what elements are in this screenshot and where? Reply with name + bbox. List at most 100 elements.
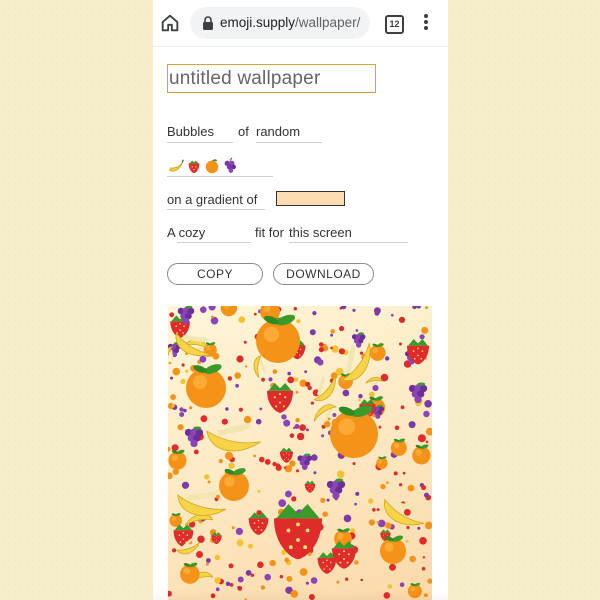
bubble-dot [358, 398, 361, 402]
scroll-edge [153, 590, 448, 600]
bubble-dot [343, 514, 352, 523]
tangerine-icon [390, 438, 407, 456]
bubble-dot [268, 377, 273, 382]
bubble-dot [234, 372, 241, 379]
bubble-dot [181, 363, 185, 367]
bubble-dot [296, 469, 299, 473]
bubble-dot [168, 446, 171, 452]
tangerine-icon [219, 468, 249, 501]
bubble-dot [255, 418, 262, 425]
bubble-dot [330, 346, 333, 350]
bubble-dot [320, 497, 326, 503]
bubble-dot [417, 434, 426, 443]
bubble-dot [189, 406, 193, 410]
bubble-dot [208, 306, 216, 311]
bubble-dot [338, 348, 345, 355]
more-menu-icon[interactable] [419, 12, 433, 34]
bubble-dot [181, 481, 190, 489]
screen-select-underline [289, 242, 408, 243]
bubble-dot [216, 494, 220, 499]
bubble-dot [425, 427, 432, 436]
bubble-dot [354, 502, 357, 506]
bubble-dot [405, 540, 409, 543]
bubble-dot [207, 480, 211, 484]
bubble-dot [417, 526, 421, 530]
bubble-dot [221, 418, 228, 425]
strawberry-icon [304, 480, 316, 493]
bubble-dot [336, 580, 340, 584]
bubble-dot [245, 570, 252, 576]
home-icon[interactable] [159, 12, 181, 34]
of-label: of [238, 124, 249, 139]
tangerine-icon [168, 449, 187, 470]
bubble-dot [257, 489, 261, 493]
phone-screen: emoji.supply/wallpaper/ 12 untitled wall… [153, 0, 448, 600]
strawberry-icon [279, 447, 293, 463]
bubble-dot [419, 537, 427, 545]
bubble-dot [304, 370, 308, 374]
bubble-dot [385, 522, 392, 529]
bubble-dot [295, 390, 299, 394]
download-button[interactable]: DOWNLOAD [273, 263, 374, 285]
bubble-dot [228, 563, 234, 569]
bubble-dot [332, 413, 337, 417]
bubble-dot [402, 471, 406, 475]
bubble-dot [399, 342, 402, 346]
size-select[interactable]: A cozy [167, 225, 205, 240]
bubble-dot [424, 400, 432, 408]
shape-select[interactable]: Bubbles [167, 124, 214, 139]
bubble-dot [424, 492, 429, 498]
bubble-dot [412, 306, 417, 310]
bubble-dot [193, 449, 199, 455]
bubble-dot [354, 560, 359, 565]
bubble-dot [394, 425, 400, 431]
bubble-dot [285, 490, 292, 498]
bubble-dot [416, 306, 421, 309]
bubble-dot [289, 460, 296, 467]
bubble-dot [423, 410, 430, 418]
bubble-dot [170, 376, 173, 380]
gradient-label: on a gradient of [167, 192, 258, 207]
gradient-underline [167, 209, 265, 210]
bubble-dot [310, 401, 314, 405]
bubble-dot [408, 421, 416, 429]
copy-button[interactable]: COPY [167, 263, 263, 285]
bubble-dot [235, 383, 239, 388]
bubble-dot [336, 470, 345, 479]
bubble-dot [305, 381, 311, 387]
gradient-color-swatch[interactable] [276, 191, 345, 206]
bubble-dot [253, 454, 256, 458]
bubble-dot [326, 498, 330, 502]
bubble-dot [206, 558, 211, 563]
tangerine-icon [376, 456, 388, 469]
wallpaper-title-input[interactable]: untitled wallpaper [167, 64, 376, 93]
bubble-dot [225, 407, 229, 411]
bubble-dot [374, 307, 381, 315]
bubble-dot [248, 543, 253, 549]
bubble-dot [330, 329, 335, 334]
bubble-dot [259, 456, 265, 463]
bubble-dot [253, 312, 257, 316]
bubble-dot [287, 376, 295, 384]
bubble-dot [399, 582, 405, 587]
tangerine-icon [256, 314, 300, 363]
url-host: emoji.supply [220, 15, 296, 30]
strawberry-icon [248, 512, 269, 535]
lock-icon [203, 16, 213, 30]
emoji-picker[interactable] [167, 157, 239, 177]
bubble-dot [177, 424, 184, 431]
address-bar[interactable]: emoji.supply/wallpaper/ [190, 7, 370, 39]
bubble-dot [296, 319, 301, 324]
bubble-dot [227, 376, 233, 381]
banana-icon [384, 498, 424, 526]
bubble-dot [199, 355, 207, 363]
bubble-dot [305, 428, 309, 432]
bubble-dot [225, 581, 231, 586]
bubble-dot [393, 471, 398, 476]
url-text: emoji.supply/wallpaper/ [220, 15, 360, 30]
screen-select[interactable]: this screen [289, 225, 352, 240]
tab-switcher-button[interactable]: 12 [385, 15, 404, 34]
arrangement-select[interactable]: random [256, 124, 300, 139]
bubble-dot [387, 584, 393, 589]
bubble-dot [299, 424, 306, 431]
